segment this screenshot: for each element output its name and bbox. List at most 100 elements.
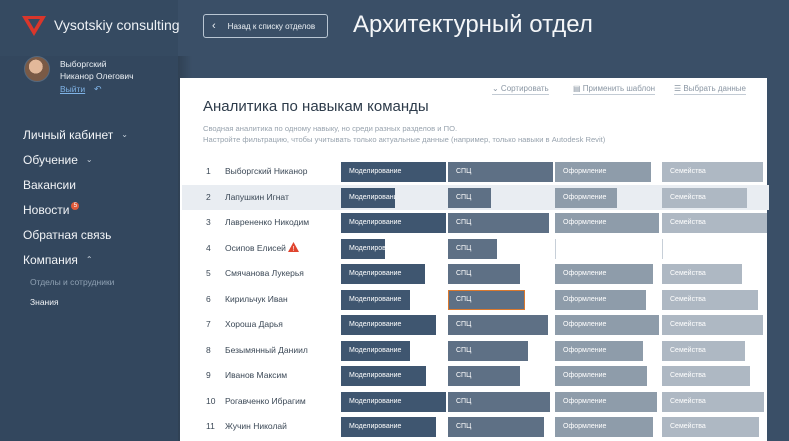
skill-bar[interactable]: СПЦ [448,315,548,335]
select-data-button[interactable]: ☰ Выбрать данные [674,84,747,95]
sidebar-subitem-knowledge[interactable]: Знания [23,292,173,312]
skill-bar[interactable]: Моделирование [341,366,426,386]
card-title: Аналитика по навыкам команды [203,98,429,115]
skill-bar[interactable]: Моделирование [341,315,436,335]
skill-bar[interactable]: Оформление [555,162,651,182]
skill-bar[interactable]: Оформление [555,340,643,361]
skill-bar[interactable]: Семейства [662,315,763,335]
skill-bar[interactable]: СПЦ [448,340,528,361]
skill-bar[interactable]: Моделирование [341,391,446,412]
skill-bar[interactable]: Оформление [555,391,657,412]
skill-bar[interactable]: Семейства [662,417,759,437]
skill-bar[interactable]: Моделирование [341,289,410,310]
row-number: 6 [206,293,211,304]
skills-analytics-card: ⌄ Сортировать ▤ Применить шаблон ☰ Выбра… [180,78,769,441]
sort-button[interactable]: ⌄ Сортировать [492,84,549,95]
sidebar-subitem-label: Знания [30,297,59,307]
skill-bar[interactable]: СПЦ [448,289,525,310]
sidebar-item-label: Личный кабинет [23,127,114,142]
employee-name[interactable]: Иванов Максим [225,370,287,380]
employee-name[interactable]: Смячанова Лукерья [225,268,304,278]
skill-bar[interactable]: СПЦ [448,366,520,386]
sidebar-item-learning[interactable]: Обучение ⌄ [23,147,173,172]
skill-bar[interactable]: Оформление [555,213,659,233]
skill-bar[interactable]: Моделирование [341,340,410,361]
skill-bar[interactable]: Моделирование [341,187,395,208]
row-number: 5 [206,268,211,278]
employee-name[interactable]: Жучин Николай [225,421,287,431]
card-description-line2: Настройте фильтрацию, чтобы учитывать то… [203,135,606,144]
sidebar-item-label: Вакансии [23,177,76,192]
employee-name[interactable]: Безымянный Даниил [225,345,308,355]
table-row[interactable]: 5 Смячанова Лукерья Моделирование СПЦ Оформл… [182,261,769,286]
skill-bar[interactable]: СПЦ [448,238,497,259]
sidebar-item-personal-account[interactable]: Личный кабинет ⌄ [23,122,173,147]
skill-bar[interactable]: СПЦ [448,264,520,284]
skill-bar[interactable]: СПЦ [448,417,544,437]
skill-bar[interactable]: Оформление [555,264,653,284]
user-name-line1: Выборгский [60,59,107,69]
table-row[interactable]: 4 Осипов Елисей! Моделирование СПЦ [182,236,769,261]
skill-bar[interactable]: Семейства [662,366,750,386]
user-name: Выборгский Никанор Олегович [60,58,134,82]
skill-bar[interactable]: Семейства [662,340,745,361]
employee-name[interactable]: Выборгский Никанор [225,166,308,176]
employee-name[interactable]: Лапушкин Игнат [225,192,289,202]
skill-bar[interactable]: Моделирование [341,162,446,182]
skill-bar[interactable]: Семейства [662,289,758,310]
main-area: ⌄ Сортировать ▤ Применить шаблон ☰ Выбра… [178,56,789,441]
brand[interactable]: Vysotskiy consulting [0,0,180,56]
sidebar-subitem-label: Отделы и сотрудники [30,277,115,287]
user-name-line2: Никанор Олегович [60,71,134,81]
skill-bar[interactable]: Моделирование [341,238,385,259]
skill-bar[interactable]: Семейства [662,213,767,233]
skill-bar[interactable]: СПЦ [448,213,549,233]
apply-template-button[interactable]: ▤ Применить шаблон [573,84,656,95]
table-row[interactable]: 1 Выборгский Никанор Моделирование СПЦ Оформ… [182,159,769,184]
skill-bar[interactable]: Семейства [662,162,763,182]
row-number: 7 [206,319,211,329]
sidebar-subitem-departments[interactable]: Отделы и сотрудники [23,272,173,292]
skill-bar[interactable]: Оформление [555,366,647,386]
sidebar-item-feedback[interactable]: Обратная связь [23,222,173,247]
skill-bar[interactable]: Моделирование [341,264,425,284]
sidebar-item-vacancies[interactable]: Вакансии [23,172,173,197]
sidebar-item-company[interactable]: Компания ⌃ [23,247,173,272]
skill-bar[interactable]: СПЦ [448,162,553,182]
warning-icon[interactable]: ! [288,241,300,252]
employee-name[interactable]: Рогавченко Ибрагим [225,396,306,406]
logout-link[interactable]: Выйти [60,84,85,94]
table-row[interactable]: 10 Рогавченко Ибрагим Моделирование СПЦ Офор… [182,389,769,414]
employee-name[interactable]: Лаврененко Никодим [225,217,309,227]
table-row[interactable]: 3 Лаврененко Никодим Моделирование СПЦ Оформ… [182,210,769,235]
sidebar-item-label: Обратная связь [23,227,112,242]
chevron-down-icon: ⌄ [121,130,128,139]
sidebar-item-label: Компания [23,252,78,267]
avatar[interactable] [24,56,50,82]
skill-bar[interactable]: СПЦ [448,391,550,412]
sidebar-nav: Личный кабинет ⌄ Обучение ⌄ Вакансии Нов… [23,122,173,312]
table-row[interactable]: 2 Лапушкин Игнат Моделирование СПЦ Оформлени… [182,184,769,210]
skill-bar[interactable]: Семейства [662,264,742,284]
employee-name[interactable]: Осипов Елисей [225,243,286,253]
skill-bar[interactable]: СПЦ [448,187,491,208]
skill-bar[interactable]: Оформление [555,289,646,310]
skill-bar[interactable]: Моделирование [341,213,446,233]
employee-name[interactable]: Кирильчук Иван [225,294,288,304]
skill-bar[interactable]: Моделирование [341,417,436,437]
skill-bar[interactable]: Оформление [555,187,617,208]
back-to-departments-button[interactable]: ‹ Назад к списку отделов [203,14,328,38]
skill-bar[interactable]: Семейства [662,187,747,208]
skill-bar[interactable]: Семейства [662,391,764,412]
table-row[interactable]: 11 Жучин Николай Моделирование СПЦ Оформлени… [182,414,769,439]
table-row[interactable]: 9 Иванов Максим Моделирование СПЦ Оформление… [182,363,769,388]
logout-icon[interactable]: ↶ [94,84,102,95]
skill-bar[interactable]: Оформление [555,417,653,437]
sidebar-item-news[interactable]: Новости 5 [23,197,173,222]
row-number: 4 [206,242,211,253]
table-row[interactable]: 7 Хороша Дарья Моделирование СПЦ Оформление С… [182,312,769,337]
table-row[interactable]: 8 Безымянный Даниил Моделирование СПЦ Оформл… [182,338,769,363]
skill-bar[interactable]: Оформление [555,315,659,335]
table-row[interactable]: 6 Кирильчук Иван Моделирование СПЦ Оформлени… [182,287,769,312]
employee-name[interactable]: Хороша Дарья [225,319,283,329]
